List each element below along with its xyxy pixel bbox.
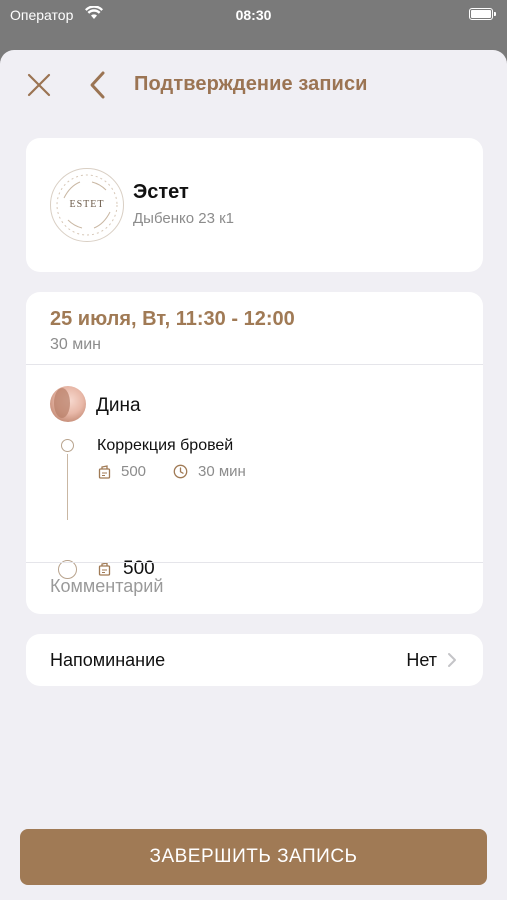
booking-datetime: 25 июля, Вт, 11:30 - 12:00 xyxy=(50,308,295,330)
close-icon[interactable] xyxy=(26,72,52,98)
reminder-row[interactable]: Напоминание Нет xyxy=(26,634,483,686)
master-name: Дина xyxy=(96,395,141,416)
timeline-line xyxy=(67,454,68,520)
finish-booking-button[interactable]: ЗАВЕРШИТЬ ЗАПИСЬ xyxy=(20,829,487,885)
page-title: Подтверждение записи xyxy=(134,73,368,95)
booking-card: 25 июля, Вт, 11:30 - 12:00 30 мин Дина К… xyxy=(26,292,483,614)
service-name: Коррекция бровей xyxy=(97,437,234,454)
service-duration-value: 30 мин xyxy=(198,463,246,480)
salon-card[interactable]: ESTET Эстет Дыбенко 23 к1 xyxy=(26,138,483,272)
battery-icon xyxy=(469,8,496,20)
divider xyxy=(26,364,483,365)
price-tag-icon xyxy=(98,464,111,479)
reminder-value: Нет xyxy=(406,650,437,670)
confirmation-sheet: Подтверждение записи ESTET Эстет Дыбенко… xyxy=(0,50,507,900)
timeline-dot xyxy=(61,439,74,452)
booking-duration: 30 мин xyxy=(50,336,102,353)
chevron-left-icon[interactable] xyxy=(88,70,108,100)
salon-address: Дыбенко 23 к1 xyxy=(133,210,234,227)
comment-input[interactable]: Комментарий xyxy=(50,576,163,597)
salon-logo-text: ESTET xyxy=(69,199,105,210)
status-bar: Оператор 08:30 xyxy=(0,0,507,30)
chevron-right-icon xyxy=(447,652,457,668)
salon-logo: ESTET xyxy=(50,168,124,242)
header: Подтверждение записи xyxy=(0,50,507,120)
service-price: 500 xyxy=(98,463,146,480)
status-time: 08:30 xyxy=(235,7,272,23)
avatar xyxy=(50,386,86,422)
service-duration: 30 мин xyxy=(173,463,246,480)
price-tag-icon xyxy=(98,562,111,576)
salon-name: Эстет xyxy=(133,181,189,203)
service-price-value: 500 xyxy=(121,463,147,480)
clock-icon xyxy=(173,464,188,479)
divider xyxy=(26,562,483,563)
reminder-label: Напоминание xyxy=(50,650,166,670)
